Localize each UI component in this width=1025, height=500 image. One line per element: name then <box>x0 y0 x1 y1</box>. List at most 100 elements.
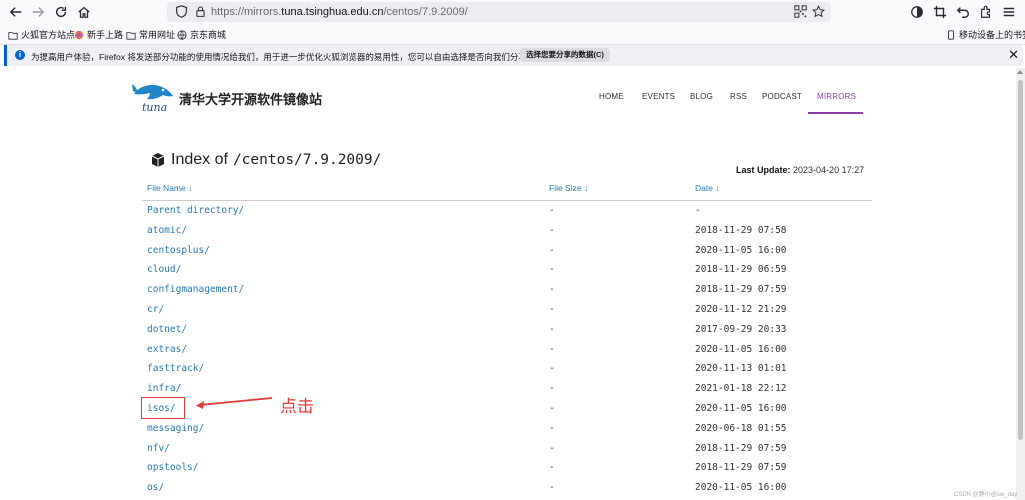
undo-icon[interactable] <box>953 2 973 22</box>
forward-icon[interactable] <box>28 2 48 22</box>
extensions-icon[interactable] <box>976 2 996 22</box>
file-name-link[interactable]: extras/ <box>147 344 187 355</box>
file-name-link[interactable]: fasttrack/ <box>147 363 204 374</box>
last-update-label: Last Update: <box>736 165 791 175</box>
back-icon[interactable] <box>6 2 26 22</box>
file-name-link[interactable]: opstools/ <box>147 462 198 473</box>
screenshot-icon[interactable] <box>930 2 950 22</box>
choose-data-button[interactable]: 选择您要分享的数据(C) <box>520 48 610 62</box>
table-row: fasttrack/ - 2020-11-13 01:01 <box>0 359 1016 379</box>
globe-icon <box>177 29 187 40</box>
file-name-link[interactable]: Parent directory/ <box>147 205 244 216</box>
bookmarks-bar: 火狐官方站点 新手上路 常用网址 京东商城 移动设备上的书签 <box>0 24 1025 45</box>
file-name-link[interactable]: configmanagement/ <box>147 284 244 295</box>
nav-events[interactable]: EVENTS <box>642 92 675 101</box>
file-name-link[interactable]: os/ <box>147 482 164 493</box>
cube-icon <box>151 153 165 167</box>
file-name-link[interactable]: messaging/ <box>147 423 204 434</box>
table-row: centosplus/ - 2020-11-05 16:00 <box>0 241 1016 261</box>
table-row: dotnet/ - 2017-09-29 20:33 <box>0 320 1016 340</box>
nav-rss[interactable]: RSS <box>730 92 747 101</box>
site-title[interactable]: 清华大学开源软件镜像站 <box>179 89 322 108</box>
table-row: nfv/ - 2018-11-29 07:59 <box>0 439 1016 459</box>
mobile-bookmarks-label: 移动设备上的书签 <box>959 30 1025 40</box>
file-name-link[interactable]: cr/ <box>147 304 164 315</box>
lock-icon[interactable] <box>195 5 206 21</box>
page-scrollbar[interactable] <box>1016 68 1025 500</box>
sort-by-name[interactable]: File Name ↓ <box>147 183 192 193</box>
bookmark-item[interactable]: 火狐官方站点 <box>8 28 75 41</box>
nav-blog[interactable]: BLOG <box>690 92 713 101</box>
address-bar[interactable]: https://mirrors.tuna.tsinghua.edu.cn/cen… <box>167 2 831 22</box>
bookmark-item[interactable]: 京东商城 <box>177 28 226 41</box>
isos-highlight-box <box>141 397 185 419</box>
file-size: - <box>549 422 555 434</box>
home-icon[interactable] <box>74 2 94 22</box>
table-row: atomic/ - 2018-11-29 07:58 <box>0 221 1016 241</box>
mobile-bookmarks[interactable]: 移动设备上的书签 <box>946 28 1025 41</box>
qr-code-icon[interactable] <box>794 5 807 21</box>
file-date: 2020-11-13 01:01 <box>695 363 787 375</box>
file-name-link[interactable]: infra/ <box>147 383 181 394</box>
file-size: - <box>549 323 555 335</box>
file-date: - <box>695 205 701 216</box>
file-date: 2020-11-05 16:00 <box>695 343 787 355</box>
mobile-icon <box>948 29 954 40</box>
file-size: - <box>549 205 555 216</box>
firefox-icon <box>74 30 84 39</box>
file-size: - <box>549 402 555 414</box>
url-text: https://mirrors.tuna.tsinghua.edu.cn/cen… <box>211 6 468 18</box>
reload-icon[interactable] <box>51 2 71 22</box>
nav-home[interactable]: HOME <box>599 92 624 101</box>
notification-message: 为提高用户体验，Firefox 将发送部分功能的使用情况给我们，用于进一步优化火… <box>31 52 553 62</box>
bookmark-item[interactable]: 新手上路 <box>74 28 123 41</box>
file-name-link[interactable]: cloud/ <box>147 264 181 275</box>
reader-mode-icon[interactable] <box>907 2 927 22</box>
sort-by-date[interactable]: Date ↓ <box>695 183 720 193</box>
watermark: CSDN @静小@sw_day <box>954 492 1018 498</box>
scroll-up-icon[interactable] <box>1017 70 1023 74</box>
file-date: 2018-11-29 06:59 <box>695 264 787 276</box>
file-size: - <box>549 442 555 454</box>
scrollbar-thumb[interactable] <box>1018 80 1023 440</box>
file-name-link[interactable]: nfv/ <box>147 443 170 454</box>
nav-podcast[interactable]: PODCAST <box>762 92 802 101</box>
file-size: - <box>549 244 555 256</box>
file-name-link[interactable]: atomic/ <box>147 225 187 236</box>
annotation-label: 点击 <box>280 397 314 417</box>
menu-icon[interactable] <box>999 2 1019 22</box>
file-size: - <box>549 383 555 395</box>
file-date: 2018-11-29 07:58 <box>695 224 787 236</box>
file-date: 2020-06-18 01:55 <box>695 422 787 434</box>
file-name-link[interactable]: dotnet/ <box>147 324 187 335</box>
bookmark-item[interactable]: 常用网址 <box>126 28 175 41</box>
table-row: configmanagement/ - 2018-11-29 07:59 <box>0 280 1016 300</box>
file-size: - <box>549 343 555 355</box>
table-row: cloud/ - 2018-11-29 06:59 <box>0 260 1016 280</box>
file-date: 2020-11-12 21:29 <box>695 303 787 315</box>
telemetry-notification: i 为提高用户体验，Firefox 将发送部分功能的使用情况给我们，用于进一步优… <box>4 45 1023 66</box>
file-size: - <box>549 264 555 276</box>
table-row: extras/ - 2020-11-05 16:00 <box>0 340 1016 360</box>
browser-toolbar: https://mirrors.tuna.tsinghua.edu.cn/cen… <box>0 0 1025 24</box>
table-row: os/ - 2020-11-05 16:00 <box>0 478 1016 498</box>
file-list: Parent directory/ - - atomic/ - 2018-11-29 07… <box>0 201 1016 498</box>
nav-mirrors[interactable]: MIRRORS <box>817 92 856 101</box>
bookmark-label: 火狐官方站点 <box>21 30 76 40</box>
file-date: 2021-01-18 22:12 <box>695 383 787 395</box>
tuna-logo[interactable]: tuna <box>130 78 178 119</box>
file-name-link[interactable]: centosplus/ <box>147 245 210 256</box>
shield-icon[interactable] <box>175 5 188 21</box>
folder-icon <box>8 31 18 40</box>
table-row: messaging/ - 2020-06-18 01:55 <box>0 419 1016 439</box>
close-icon[interactable]: ✕ <box>1008 48 1019 62</box>
file-date: 2018-11-29 07:59 <box>695 442 787 454</box>
file-date: 2017-09-29 20:33 <box>695 323 787 335</box>
file-date: 2018-11-29 07:59 <box>695 462 787 474</box>
file-date: 2018-11-29 07:59 <box>695 284 787 296</box>
active-nav-indicator <box>808 112 863 114</box>
star-icon[interactable] <box>812 5 825 21</box>
title-path: /centos/7.9.2009/ <box>232 152 382 168</box>
file-size: - <box>549 462 555 474</box>
sort-by-size[interactable]: File Size ↓ <box>549 183 588 193</box>
